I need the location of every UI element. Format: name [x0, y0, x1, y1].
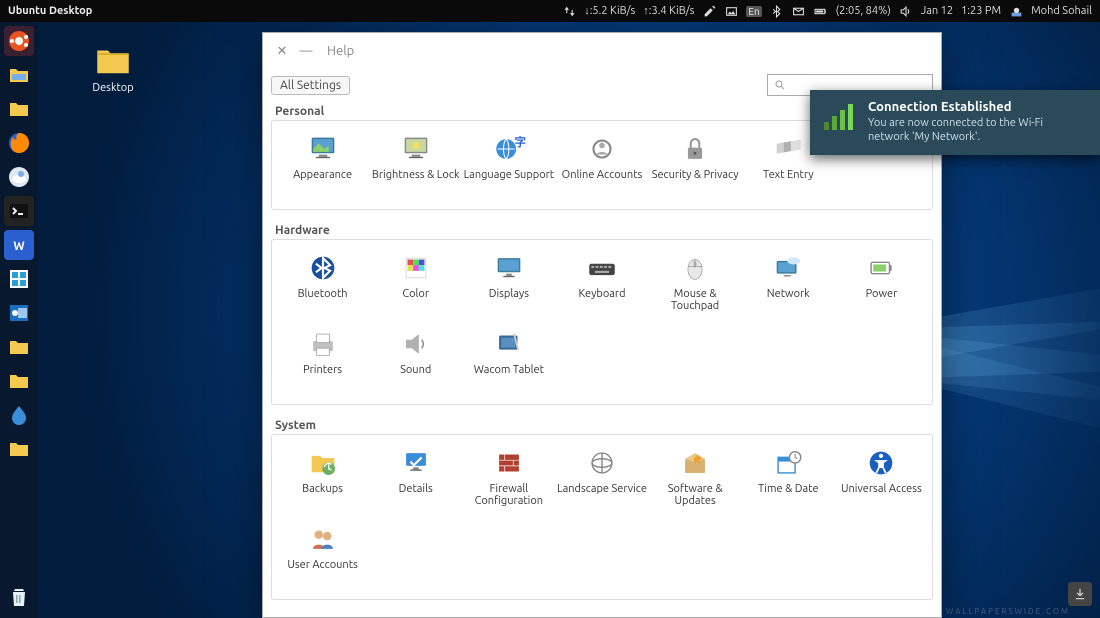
launcher-firefox[interactable]	[4, 128, 34, 158]
launcher-files[interactable]	[4, 60, 34, 90]
notification-bubble[interactable]: Connection Established You are now conne…	[810, 90, 1100, 155]
launcher-deluge[interactable]	[4, 400, 34, 430]
setting-color[interactable]: Color	[369, 248, 462, 320]
setting-landscape[interactable]: Landscape Service	[555, 443, 648, 515]
setting-wacom[interactable]: Wacom Tablet	[462, 324, 555, 396]
launcher-word[interactable]: W	[4, 230, 34, 260]
setting-power[interactable]: Power	[835, 248, 928, 320]
setting-backups[interactable]: Backups	[276, 443, 369, 515]
net-down-speed: ↓:5.2 KiB/s	[584, 5, 635, 17]
network-updown-icon[interactable]	[562, 4, 576, 18]
help-menu[interactable]: Help	[327, 44, 354, 58]
volume-tray-icon[interactable]	[899, 4, 913, 18]
user-name[interactable]: Mohd Sohail	[1031, 5, 1092, 17]
setting-printers[interactable]: Printers	[276, 324, 369, 396]
launcher-windows[interactable]	[4, 264, 34, 294]
all-settings-button[interactable]: All Settings	[271, 76, 350, 95]
minimize-button[interactable]: —	[299, 44, 313, 58]
section-hardware: Bluetooth Color Displays Keyboard Mouse …	[271, 239, 933, 405]
launcher-trash[interactable]	[4, 582, 34, 612]
launcher-folder-3[interactable]	[4, 366, 34, 396]
window-titlebar: ✕ — Help	[263, 33, 941, 69]
svg-text:字: 字	[515, 135, 526, 149]
setting-keyboard[interactable]: Keyboard	[555, 248, 648, 320]
date-text[interactable]: Jan 12	[921, 5, 953, 17]
section-hardware-label: Hardware	[271, 220, 933, 239]
user-tray-icon[interactable]	[1009, 4, 1023, 18]
section-system: Backups Details Firewall Configuration L…	[271, 434, 933, 600]
setting-universal-access[interactable]: Universal Access	[835, 443, 928, 515]
window-title: Ubuntu Desktop	[8, 5, 92, 17]
setting-bluetooth[interactable]: Bluetooth	[276, 248, 369, 320]
window-body: Personal Appearance Brightness & Lock 字L…	[263, 101, 941, 617]
setting-time-date[interactable]: Time & Date	[742, 443, 835, 515]
setting-displays[interactable]: Displays	[462, 248, 555, 320]
setting-sound[interactable]: Sound	[369, 324, 462, 396]
notification-body: You are now connected to the Wi-Fi netwo…	[868, 116, 1086, 145]
launcher-folder-2[interactable]	[4, 332, 34, 362]
picture-icon[interactable]	[724, 4, 738, 18]
battery-tray-icon[interactable]	[814, 4, 828, 18]
mail-tray-icon[interactable]	[792, 4, 806, 18]
setting-firewall[interactable]: Firewall Configuration	[462, 443, 555, 515]
launcher-terminal[interactable]	[4, 196, 34, 226]
time-text[interactable]: 1:23 PM	[961, 5, 1001, 17]
top-panel: Ubuntu Desktop ↓:5.2 KiB/s ↑:3.4 KiB/s E…	[0, 0, 1100, 22]
launcher-outlook[interactable]	[4, 298, 34, 328]
desktop-folder[interactable]: Desktop	[78, 40, 148, 94]
setting-details[interactable]: Details	[369, 443, 462, 515]
setting-network[interactable]: Network	[742, 248, 835, 320]
setting-brightness-lock[interactable]: Brightness & Lock	[369, 129, 462, 201]
launcher-dash[interactable]	[4, 26, 34, 56]
close-button[interactable]: ✕	[275, 44, 289, 58]
compose-icon[interactable]	[702, 4, 716, 18]
setting-security-privacy[interactable]: Security & Privacy	[649, 129, 742, 201]
net-up-speed: ↑:3.4 KiB/s	[643, 5, 694, 17]
language-indicator[interactable]: En	[746, 6, 761, 17]
section-system-label: System	[271, 415, 933, 434]
launcher-folder-4[interactable]	[4, 434, 34, 464]
wifi-signal-icon	[822, 102, 858, 136]
setting-user-accounts[interactable]: User Accounts	[276, 519, 369, 591]
setting-appearance[interactable]: Appearance	[276, 129, 369, 201]
launcher-folder-1[interactable]	[4, 94, 34, 124]
launcher: W	[0, 22, 38, 618]
battery-text: (2:05, 84%)	[836, 5, 891, 17]
search-icon	[774, 79, 786, 91]
launcher-weather[interactable]	[4, 162, 34, 192]
setting-online-accounts[interactable]: Online Accounts	[555, 129, 648, 201]
bluetooth-tray-icon[interactable]	[770, 4, 784, 18]
desktop-folder-label: Desktop	[92, 82, 133, 94]
system-tray: ↓:5.2 KiB/s ↑:3.4 KiB/s En (2:05, 84%) J…	[562, 4, 1092, 18]
svg-text:W: W	[13, 240, 25, 253]
setting-software-updates[interactable]: Software & Updates	[649, 443, 742, 515]
setting-mouse-touchpad[interactable]: Mouse & Touchpad	[649, 248, 742, 320]
setting-language-support[interactable]: 字Language Support	[462, 129, 555, 201]
watermark: WALLPAPERSWIDE.COM	[946, 607, 1070, 616]
notification-title: Connection Established	[868, 100, 1086, 114]
download-indicator[interactable]	[1068, 582, 1092, 606]
